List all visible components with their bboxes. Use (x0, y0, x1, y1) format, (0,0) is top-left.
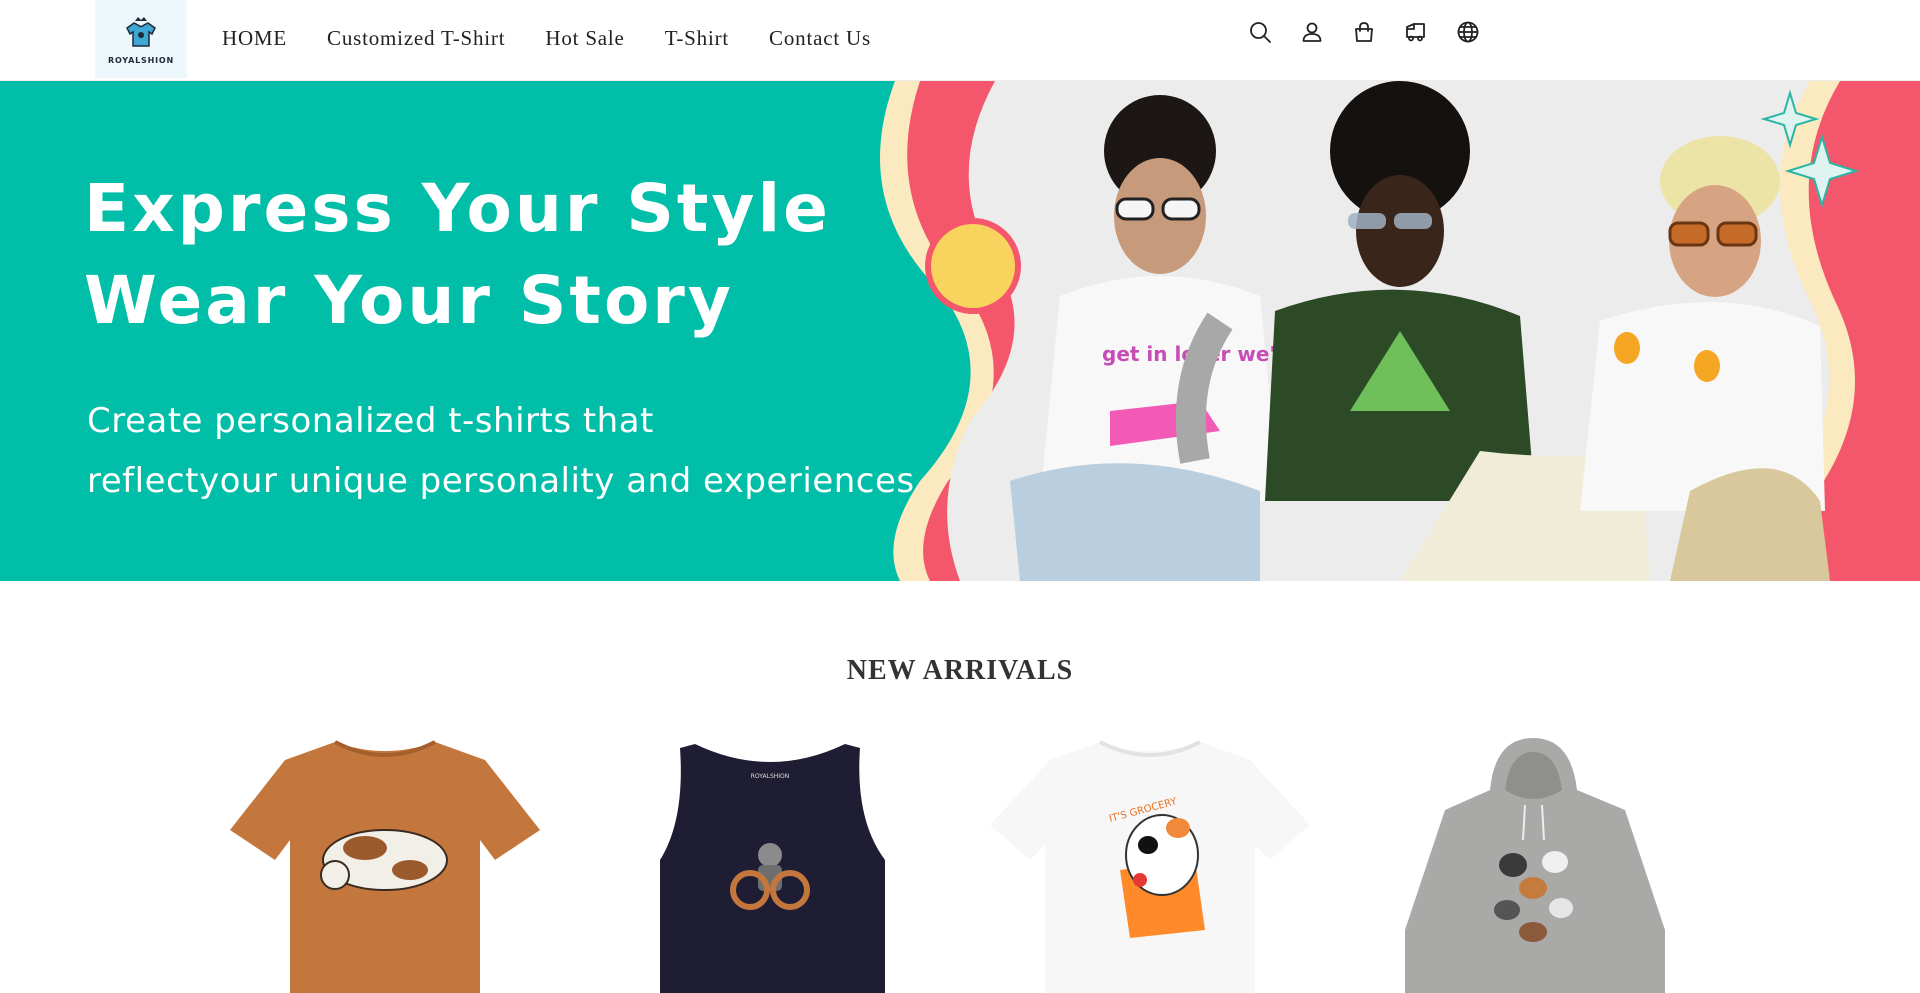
cart-icon[interactable] (1352, 20, 1376, 44)
nav-customized-tshirt[interactable]: Customized T-Shirt (327, 26, 505, 51)
crown-shirt-icon (126, 16, 156, 47)
brand-name: ROYALSHION (108, 55, 174, 65)
product-image: ROYALSHION (660, 744, 885, 993)
header-icons (1248, 20, 1480, 44)
product-image: IT'S GROCERY (990, 740, 1310, 993)
banner-title-line-2: Wear Your Story (84, 262, 734, 339)
site-header: ROYALSHION HOME Customized T-Shirt Hot S… (0, 0, 1920, 81)
banner-subtitle: Create personalized t-shirts that reflec… (87, 391, 915, 511)
product-image (1405, 738, 1665, 993)
product-card[interactable]: IT'S GROCERY (980, 720, 1320, 993)
search-icon[interactable] (1248, 20, 1272, 44)
banner-title: Express Your Style Wear Your Story (84, 163, 831, 347)
account-icon[interactable] (1300, 20, 1324, 44)
banner-subtitle-line-2: reflectyour unique personality and exper… (87, 461, 915, 501)
nav-contact-us[interactable]: Contact Us (769, 26, 871, 51)
product-card[interactable]: ROYALSHION (600, 720, 940, 993)
product-grid: ROYALSHION IT'S GROCERY (0, 720, 1920, 993)
nav-home[interactable]: HOME (222, 26, 287, 51)
banner-subtitle-line-1: Create personalized t-shirts that (87, 401, 654, 441)
hero-banner[interactable]: Express Your Style Wear Your Story Creat… (0, 81, 1920, 581)
product-card[interactable] (1365, 720, 1705, 993)
banner-title-line-1: Express Your Style (84, 170, 831, 247)
new-arrivals-title: NEW ARRIVALS (846, 655, 1074, 686)
main-nav: HOME Customized T-Shirt Hot Sale T-Shirt… (222, 26, 871, 51)
track-order-icon[interactable] (1404, 20, 1428, 44)
product-card[interactable] (215, 720, 555, 993)
svg-text:ROYALSHION: ROYALSHION (751, 773, 790, 780)
language-icon[interactable] (1456, 20, 1480, 44)
nav-tshirt[interactable]: T-Shirt (665, 26, 729, 51)
models-photo: get in loser we're going (880, 81, 1920, 581)
product-image (230, 740, 540, 993)
brand-logo[interactable]: ROYALSHION (95, 0, 187, 78)
nav-hot-sale[interactable]: Hot Sale (545, 26, 624, 51)
